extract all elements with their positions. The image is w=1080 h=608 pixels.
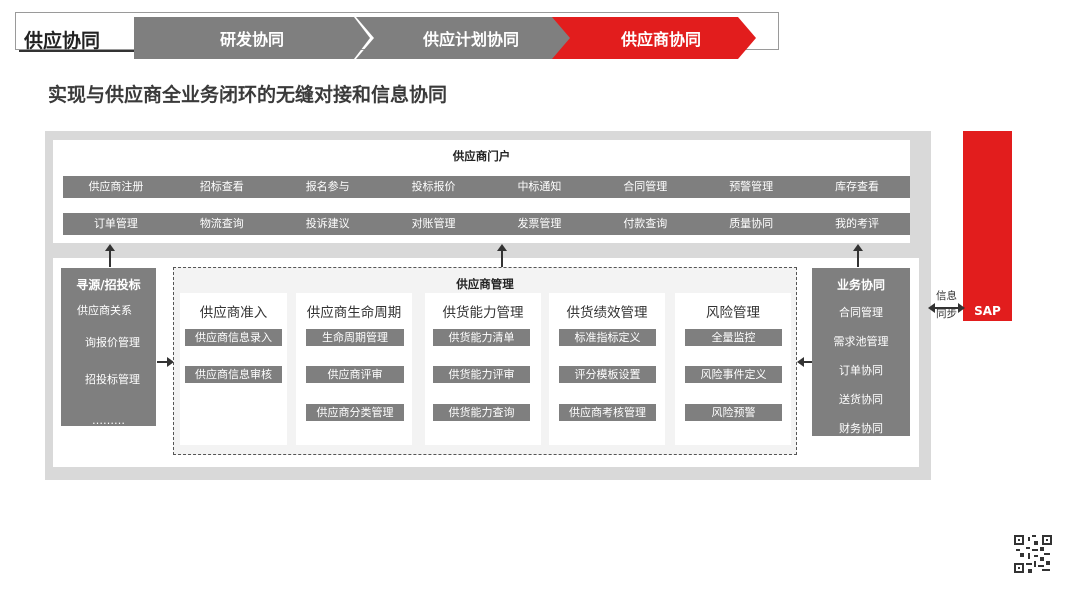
sourcing-item: 招投标管理	[85, 373, 140, 386]
sourcing-box: 寻源/招投标 供应商关系 询报价管理 招投标管理 ………	[61, 268, 156, 427]
sourcing-item: 询报价管理	[85, 336, 140, 349]
portal-item: 预警管理	[729, 180, 774, 193]
business-item: 需求池管理	[833, 335, 889, 348]
page-subtitle: 实现与供应商全业务闭环的无缝对接和信息协同	[48, 84, 448, 106]
column-title: 供应商生命周期	[306, 305, 402, 321]
arrow-up-sourcing	[105, 244, 115, 267]
tab-supply-plan-collaboration[interactable]: 供应计划协同	[356, 17, 572, 59]
portal-row-1: 供应商注册 招标查看 报名参与 投标报价 中标通知 合同管理 预警管理 库存查看	[63, 176, 910, 198]
column-item: 供应商信息审核	[185, 366, 282, 383]
column-item: 生命周期管理	[306, 329, 404, 346]
tab-label: 研发协同	[219, 30, 284, 49]
portal-item: 对账管理	[411, 217, 456, 230]
column-title: 供货绩效管理	[566, 305, 648, 321]
portal-title: 供应商门户	[452, 149, 511, 163]
management-column-capability: 供货能力管理 供货能力清单 供货能力评审 供货能力查询	[425, 293, 541, 445]
header-title: 供应协同	[24, 30, 101, 52]
supplier-portal: 供应商门户 供应商注册 招标查看 报名参与 投标报价 中标通知 合同管理 预警管…	[53, 140, 910, 243]
sap-label: SAP	[974, 304, 1001, 318]
column-title: 供应商准入	[199, 305, 268, 321]
portal-item: 物流查询	[199, 217, 244, 230]
qr-code-icon	[1014, 535, 1052, 573]
sourcing-title: 寻源/招投标	[76, 278, 141, 292]
business-item: 送货协同	[839, 393, 883, 406]
business-item: 订单协同	[839, 364, 883, 377]
business-item: 合同管理	[839, 306, 883, 319]
portal-item: 供应商注册	[88, 180, 144, 193]
tab-label: 供应商协同	[620, 30, 701, 49]
column-item: 标准指标定义	[559, 329, 656, 346]
management-title: 供应商管理	[456, 277, 514, 291]
portal-item: 报名参与	[305, 180, 350, 193]
column-item: 全量监控	[685, 329, 782, 346]
arrow-up-business	[853, 244, 863, 267]
management-column-lifecycle: 供应商生命周期 生命周期管理 供应商评审 供应商分类管理	[296, 293, 412, 445]
portal-item: 中标通知	[517, 180, 562, 193]
portal-item: 招标查看	[199, 180, 244, 193]
column-item: 评分模板设置	[559, 366, 656, 383]
arrow-business-to-management	[797, 357, 812, 367]
portal-item: 付款查询	[623, 217, 668, 230]
management-column-risk: 风险管理 全量监控 风险事件定义 风险预警	[675, 293, 791, 445]
column-item: 供货能力评审	[433, 366, 530, 383]
business-item: 财务协同	[839, 422, 883, 435]
column-item: 供应商考核管理	[559, 404, 656, 421]
sourcing-item: 供应商关系	[77, 304, 132, 317]
tab-supplier-collaboration[interactable]: 供应商协同	[552, 17, 756, 59]
portal-item: 库存查看	[835, 180, 880, 193]
column-item: 供应商评审	[306, 366, 404, 383]
sync-arrow	[928, 303, 965, 313]
portal-item: 订单管理	[93, 217, 138, 230]
column-item: 供应商信息录入	[185, 329, 282, 346]
sourcing-item: ………	[92, 414, 125, 427]
portal-item: 投标报价	[411, 180, 456, 193]
management-column-performance: 供货绩效管理 标准指标定义 评分模板设置 供应商考核管理	[549, 293, 665, 445]
arrow-sourcing-to-management	[157, 357, 174, 367]
portal-item: 投诉建议	[305, 217, 350, 230]
column-item: 风险事件定义	[685, 366, 782, 383]
sap-block	[963, 131, 1012, 321]
column-item: 供货能力清单	[433, 329, 530, 346]
tab-rd-collaboration[interactable]: 研发协同	[134, 17, 370, 59]
column-item: 供货能力查询	[433, 404, 530, 421]
column-title: 供货能力管理	[442, 305, 524, 321]
arrow-up-management	[497, 244, 507, 267]
sync-label-top: 信息	[936, 290, 957, 302]
portal-item: 合同管理	[623, 180, 668, 193]
portal-item: 发票管理	[517, 217, 562, 230]
column-title: 风险管理	[706, 305, 760, 321]
tab-label: 供应计划协同	[422, 30, 519, 49]
business-box: 业务协同 合同管理 需求池管理 订单协同 送货协同 财务协同	[812, 268, 910, 436]
column-item: 风险预警	[685, 404, 782, 421]
portal-row-2: 订单管理 物流查询 投诉建议 对账管理 发票管理 付款查询 质量协同 我的考评	[63, 213, 910, 235]
business-title: 业务协同	[836, 278, 885, 292]
portal-item: 我的考评	[835, 217, 880, 230]
portal-item: 质量协同	[729, 217, 774, 230]
column-item: 供应商分类管理	[306, 404, 404, 421]
header-underline	[19, 50, 135, 52]
management-column-access: 供应商准入 供应商信息录入 供应商信息审核	[180, 293, 287, 445]
